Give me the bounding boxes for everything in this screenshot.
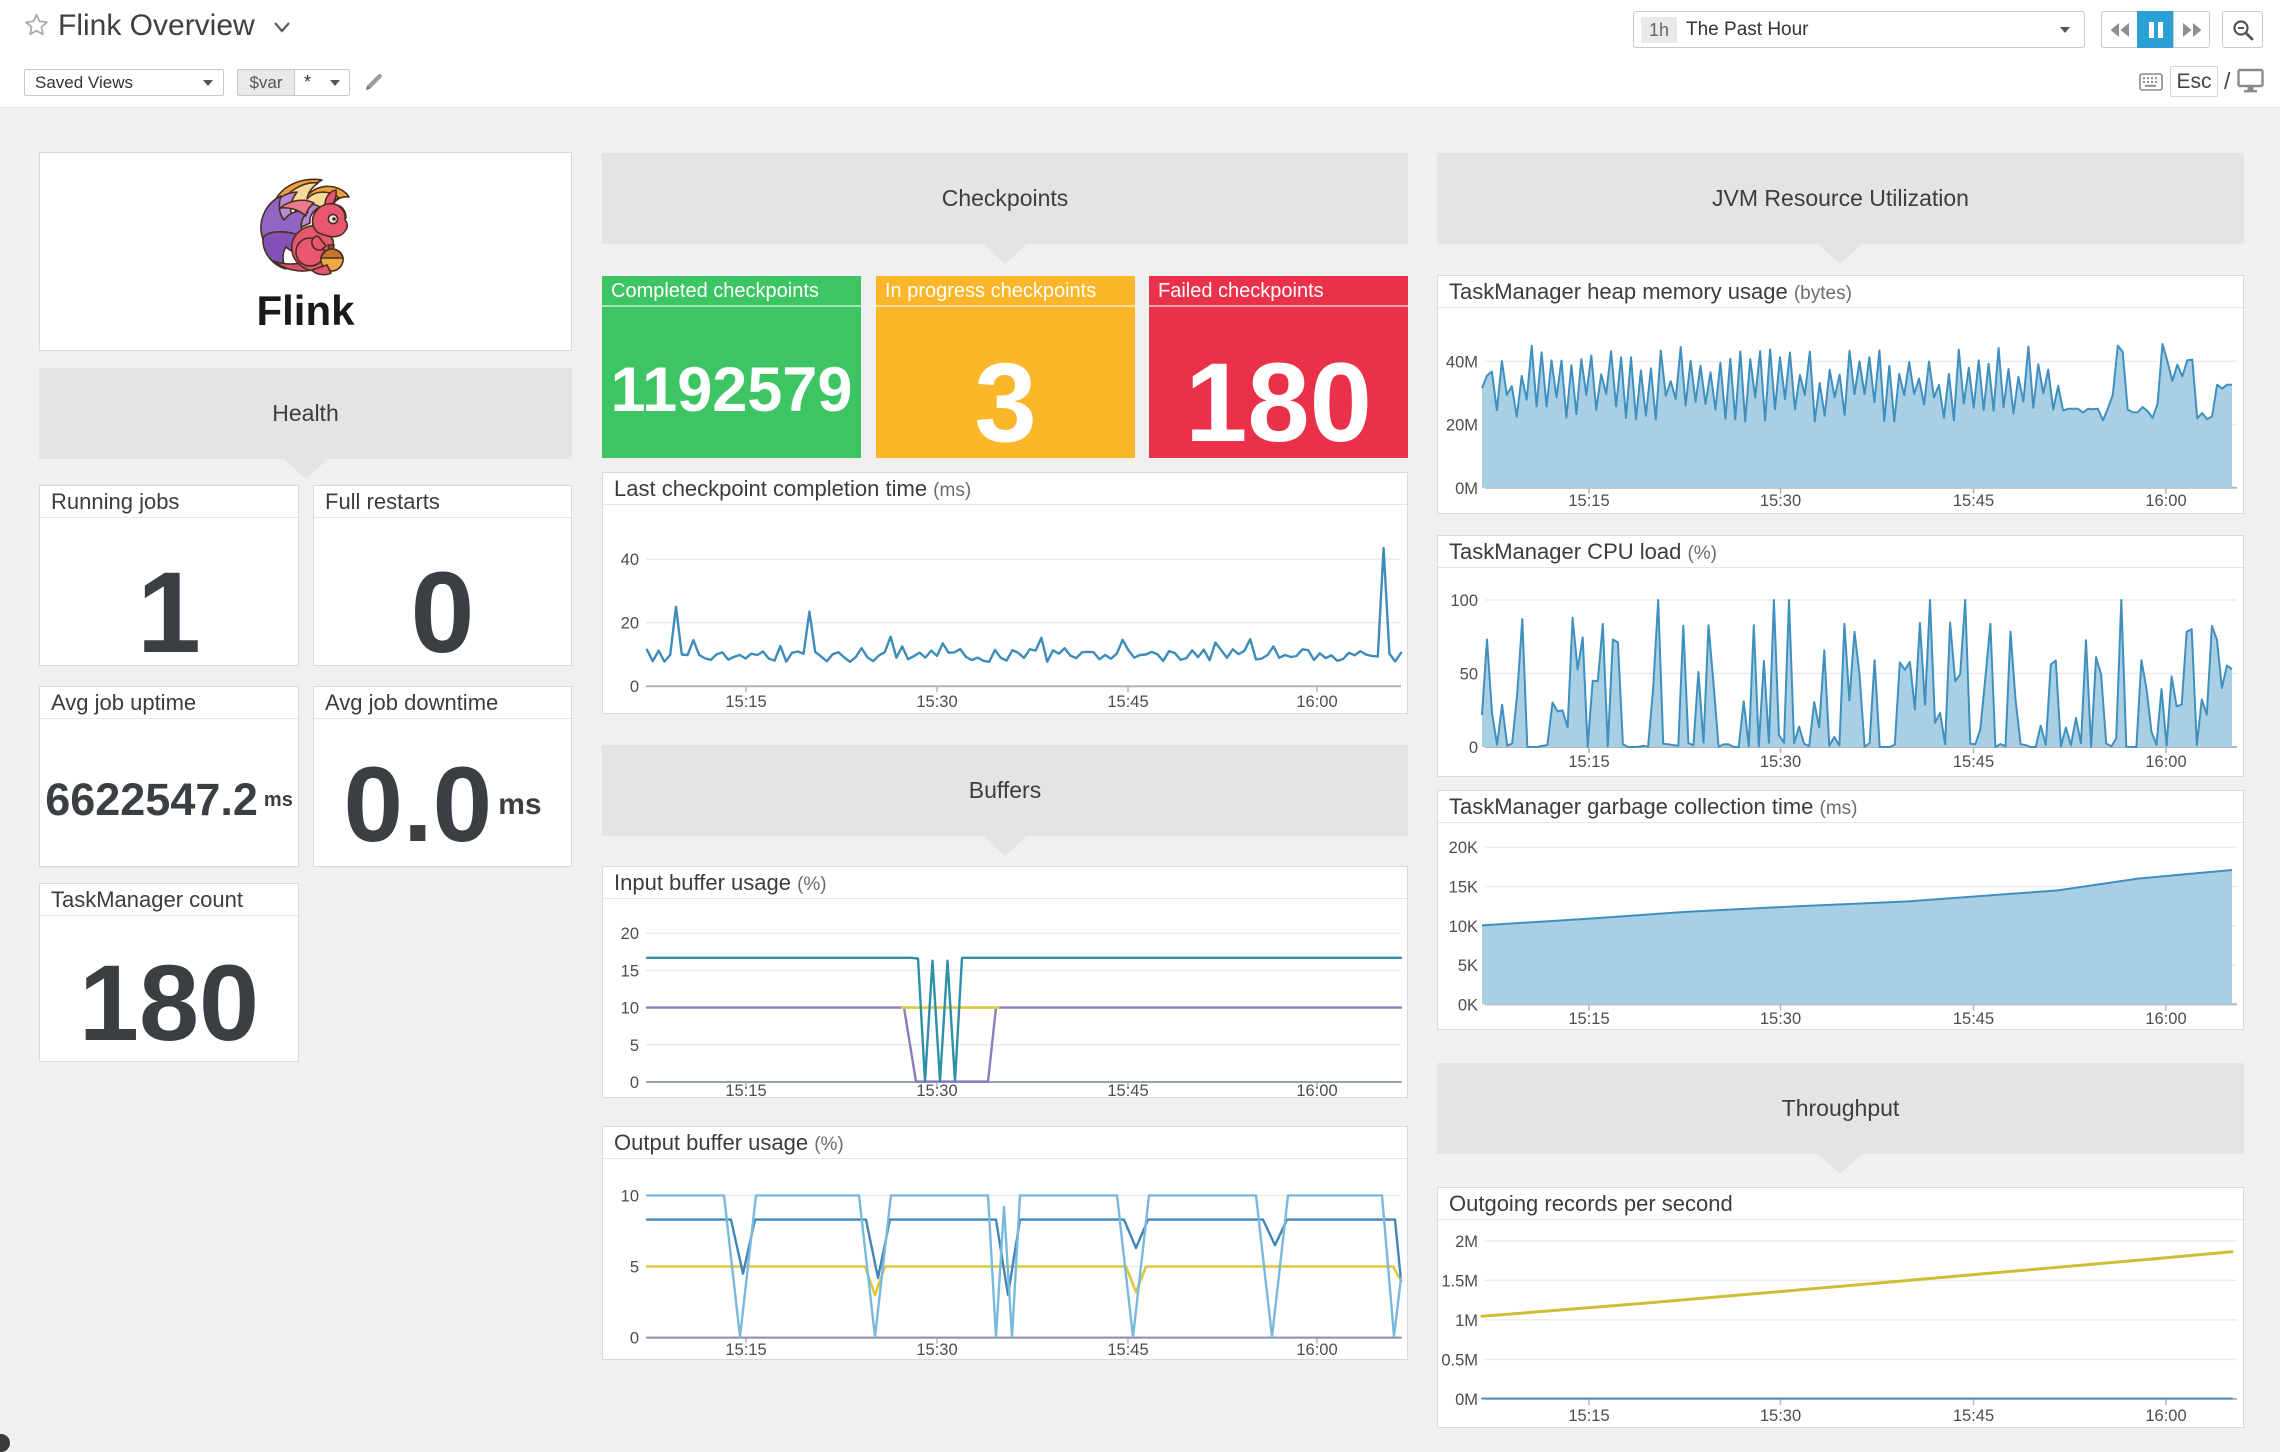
svg-text:15:45: 15:45 — [1107, 1341, 1148, 1359]
svg-text:10K: 10K — [1449, 918, 1478, 936]
svg-text:5: 5 — [630, 1037, 639, 1055]
svg-text:20: 20 — [621, 615, 639, 633]
svg-text:10: 10 — [621, 1187, 639, 1205]
svg-text:0K: 0K — [1458, 996, 1478, 1014]
svg-text:15:45: 15:45 — [1107, 693, 1148, 711]
svg-text:40: 40 — [621, 551, 639, 569]
svg-text:0.5M: 0.5M — [1441, 1351, 1478, 1369]
svg-text:15:15: 15:15 — [725, 1341, 766, 1359]
svg-text:16:00: 16:00 — [2145, 753, 2186, 771]
svg-text:0M: 0M — [1455, 1391, 1478, 1409]
svg-text:15:15: 15:15 — [1568, 753, 1609, 771]
svg-text:100: 100 — [1450, 592, 1478, 610]
svg-text:15:15: 15:15 — [1568, 1010, 1609, 1028]
svg-text:16:00: 16:00 — [2145, 1407, 2186, 1425]
svg-text:2M: 2M — [1455, 1233, 1478, 1251]
svg-text:16:00: 16:00 — [1296, 1082, 1337, 1099]
svg-text:15:45: 15:45 — [1953, 753, 1994, 771]
svg-text:15:30: 15:30 — [1760, 1010, 1801, 1028]
svg-text:15:45: 15:45 — [1953, 1407, 1994, 1425]
svg-text:0: 0 — [1469, 739, 1478, 757]
svg-text:15:45: 15:45 — [1953, 492, 1994, 510]
svg-text:0: 0 — [630, 1330, 639, 1348]
svg-text:15K: 15K — [1449, 879, 1478, 897]
svg-text:15:15: 15:15 — [725, 693, 766, 711]
svg-text:5: 5 — [630, 1259, 639, 1277]
svg-text:16:00: 16:00 — [1296, 693, 1337, 711]
svg-text:0: 0 — [630, 678, 639, 696]
svg-text:1M: 1M — [1455, 1312, 1478, 1330]
svg-text:15:30: 15:30 — [1760, 492, 1801, 510]
svg-text:15: 15 — [621, 962, 639, 980]
svg-text:1.5M: 1.5M — [1441, 1272, 1478, 1290]
svg-text:10: 10 — [621, 1000, 639, 1018]
svg-text:15:30: 15:30 — [916, 1341, 957, 1359]
svg-text:50: 50 — [1460, 666, 1478, 684]
svg-text:0M: 0M — [1455, 480, 1478, 498]
svg-text:20M: 20M — [1446, 417, 1478, 435]
svg-text:15:30: 15:30 — [1760, 1407, 1801, 1425]
svg-text:16:00: 16:00 — [1296, 1341, 1337, 1359]
svg-text:15:15: 15:15 — [1568, 1407, 1609, 1425]
svg-text:15:30: 15:30 — [916, 1082, 957, 1099]
svg-text:0: 0 — [630, 1074, 639, 1092]
svg-text:15:45: 15:45 — [1953, 1010, 1994, 1028]
svg-text:16:00: 16:00 — [2145, 1010, 2186, 1028]
svg-text:15:45: 15:45 — [1107, 1082, 1148, 1099]
svg-text:5K: 5K — [1458, 957, 1478, 975]
svg-text:16:00: 16:00 — [2145, 492, 2186, 510]
svg-text:15:30: 15:30 — [916, 693, 957, 711]
svg-text:20K: 20K — [1449, 839, 1478, 857]
svg-text:20: 20 — [621, 925, 639, 943]
svg-text:15:15: 15:15 — [725, 1082, 766, 1099]
svg-text:15:15: 15:15 — [1568, 492, 1609, 510]
svg-text:40M: 40M — [1446, 353, 1478, 371]
svg-text:15:30: 15:30 — [1760, 753, 1801, 771]
